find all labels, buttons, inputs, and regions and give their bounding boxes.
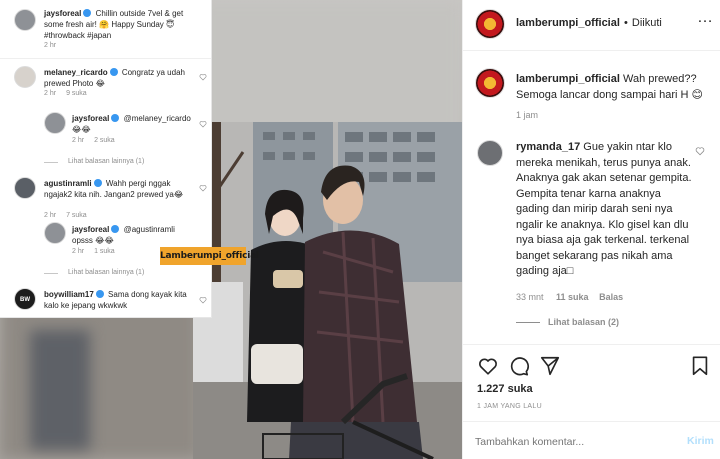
heart-icon <box>199 121 207 128</box>
background-sky <box>200 0 462 140</box>
share-button[interactable] <box>539 355 561 377</box>
verified-icon <box>93 179 102 187</box>
overlay-reply: jaysforeal @agustinramli opsss 😂😂 <box>72 225 175 245</box>
separator: • <box>623 17 628 29</box>
comment-icon <box>510 357 529 376</box>
couple-photo <box>193 122 462 459</box>
comment: rymanda_17 Gue yakin ntar klo mereka men… <box>516 140 694 280</box>
overlay-comment-meta: 2 hr 9 suka <box>44 90 87 97</box>
post-timestamp: 1 JAM YANG LALU <box>477 403 542 410</box>
view-replies-line <box>516 322 540 323</box>
post-comment-button[interactable]: Kirim <box>687 435 714 447</box>
overlay-comment: agustinramli Wahh pergi nggak ngajak2 ki… <box>44 179 184 199</box>
avatar <box>44 222 66 244</box>
like-button[interactable] <box>477 355 499 377</box>
heart-icon <box>199 185 207 192</box>
overlay-reply: jaysforeal @melaney_ricardo 😂😂 <box>72 114 191 134</box>
overlay-caption-username: jaysforeal <box>44 9 82 18</box>
comments-screenshot-overlay: jaysforeal Chillin outside 7vel & get so… <box>0 0 212 318</box>
header-divider <box>463 50 720 51</box>
overlay-comment-meta: 2 hr 7 suka <box>44 212 87 219</box>
comment-time: 33 mnt <box>516 292 544 302</box>
overlay-comment: boywilliam17 Sama dong kayak kita kalo k… <box>44 290 187 310</box>
avatar <box>44 112 66 134</box>
more-options-icon[interactable]: … <box>697 9 714 27</box>
comment-input[interactable] <box>475 432 671 452</box>
caption-username[interactable]: lamberumpi_official <box>516 73 620 85</box>
overlay-caption-time: 2 hr <box>44 42 57 49</box>
post-image[interactable]: jaysforeal Chillin outside 7vel & get so… <box>0 0 462 459</box>
divider <box>44 162 58 163</box>
comment-likes[interactable]: 11 suka <box>556 292 589 302</box>
comment-heart-icon[interactable] <box>695 146 705 156</box>
post-header: lamberumpi_official • Diikuti <box>516 17 662 29</box>
verified-icon <box>95 290 104 298</box>
follow-status[interactable]: Diikuti <box>632 17 662 29</box>
comment-text: Gue yakin ntar klo mereka menikah, terus… <box>516 141 692 277</box>
verified-icon <box>111 114 120 122</box>
profile-avatar[interactable] <box>475 9 505 39</box>
overlay-view-replies: Lihat balasan lainnya (1) <box>68 269 145 276</box>
bookmark-icon <box>692 356 708 376</box>
comment-button[interactable] <box>508 355 530 377</box>
overlay-comment: melaney_ricardo Congratz ya udah prewed … <box>44 68 185 88</box>
avatar: BW <box>14 288 36 310</box>
overlay-caption: jaysforeal Chillin outside 7vel & get so… <box>44 8 204 41</box>
verified-icon <box>111 225 120 233</box>
actions-divider <box>463 344 720 345</box>
share-icon <box>540 356 560 376</box>
verified-icon <box>83 9 92 17</box>
likes-count[interactable]: 1.227 suka <box>477 383 533 395</box>
post-sidebar: lamberumpi_official • Diikuti … lamberum… <box>462 0 720 459</box>
composer-divider <box>463 421 720 422</box>
avatar <box>14 9 36 31</box>
avatar <box>14 66 36 88</box>
overlay-reply-meta: 2 hr 2 suka <box>72 137 115 144</box>
background-figure <box>30 330 90 450</box>
heart-icon <box>199 74 207 81</box>
overlay-reply-meta: 2 hr 1 suka <box>72 248 115 255</box>
header-username[interactable]: lamberumpi_official <box>516 17 620 29</box>
comment-meta: 33 mnt 11 suka Balas <box>516 292 623 302</box>
watermark: Lamberumpi_official <box>160 247 259 265</box>
commenter-avatar[interactable] <box>477 140 503 166</box>
save-button[interactable] <box>689 355 711 377</box>
caption-avatar[interactable] <box>475 68 505 98</box>
heart-icon <box>479 358 497 375</box>
caption: lamberumpi_official Wah prewed?? Semoga … <box>516 71 712 103</box>
reply-button[interactable]: Balas <box>599 292 623 302</box>
divider <box>44 273 58 274</box>
verified-icon <box>109 68 118 76</box>
divider <box>0 58 211 59</box>
view-replies-link[interactable]: Lihat balasan (2) <box>548 317 619 327</box>
avatar <box>14 177 36 199</box>
heart-icon <box>199 297 207 304</box>
caption-time: 1 jam <box>516 110 539 120</box>
overlay-view-replies: Lihat balasan lainnya (1) <box>68 158 145 165</box>
comment-username[interactable]: rymanda_17 <box>516 141 580 153</box>
